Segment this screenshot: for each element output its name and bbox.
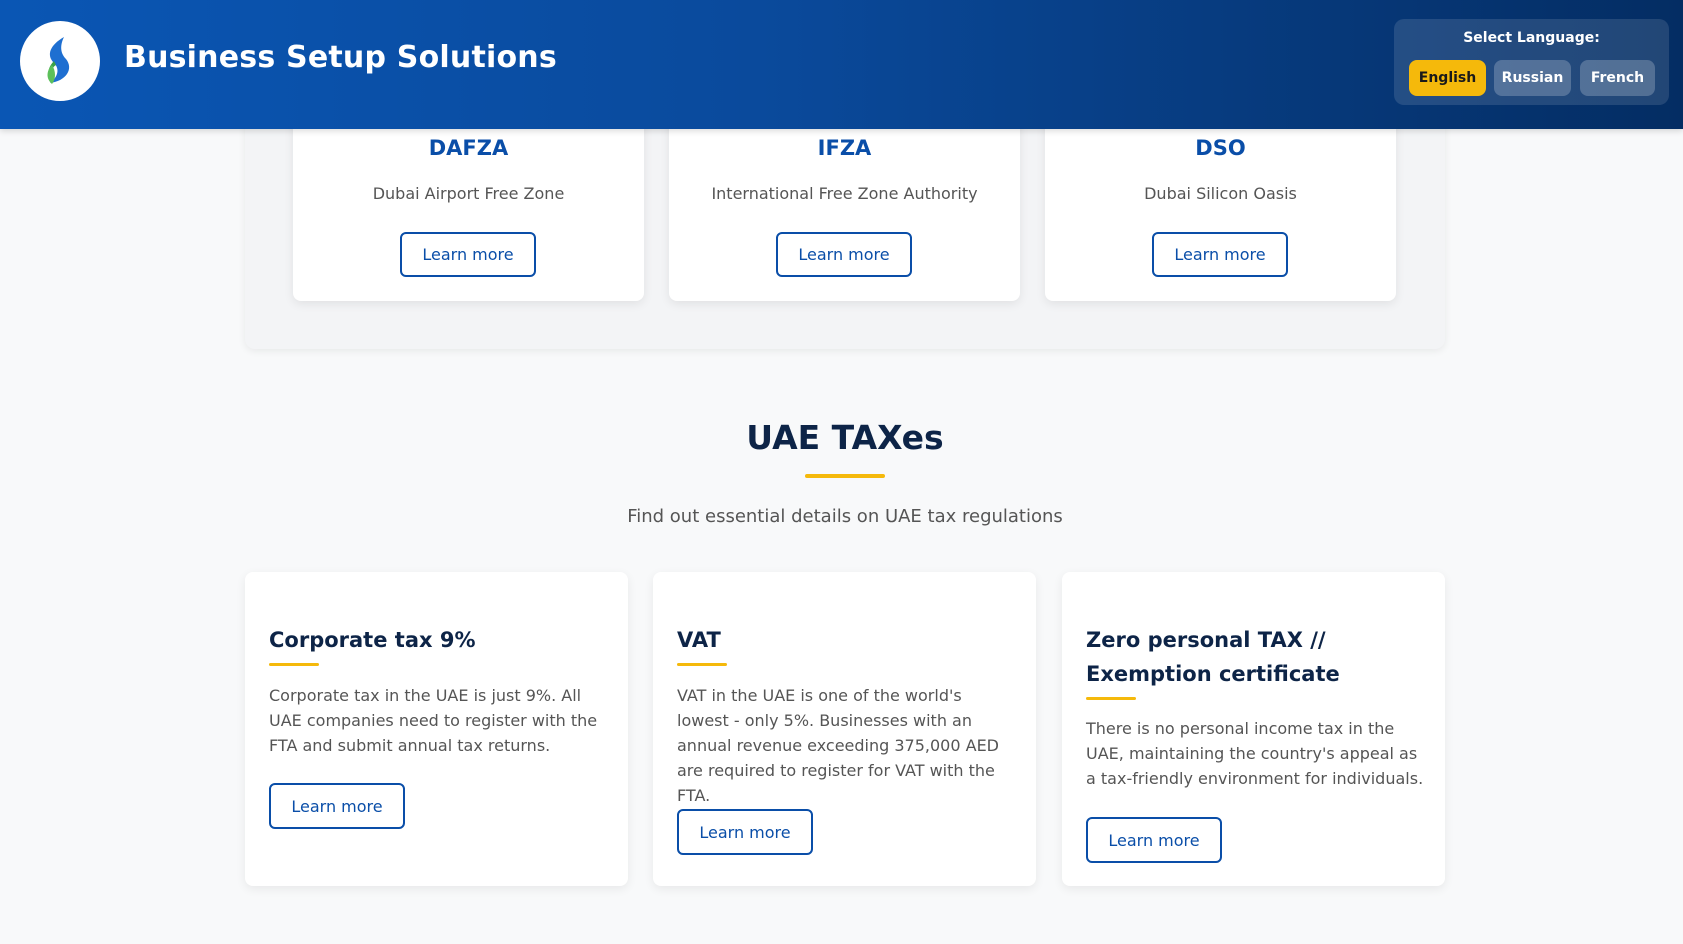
free-zone-description: Dubai Airport Free Zone	[372, 184, 565, 203]
tax-card-description: VAT in the UAE is one of the world's low…	[677, 686, 999, 805]
site-header: Business Setup Solutions Select Language…	[0, 0, 1683, 129]
tax-card-title: Corporate tax 9%	[269, 628, 476, 652]
flame-drop-logo-icon	[47, 37, 70, 84]
tax-card-title-underline	[677, 663, 727, 666]
tax-card-description: There is no personal income tax in the U…	[1086, 719, 1424, 788]
learn-more-button-personal-tax[interactable]: Learn more	[1086, 817, 1222, 863]
tax-card-title: Zero personal TAX // Exemption certifica…	[1086, 628, 1340, 686]
tax-card-vat: VAT VAT in the UAE is one of the world's…	[653, 572, 1036, 886]
learn-more-button-vat[interactable]: Learn more	[677, 809, 813, 855]
site-title: Business Setup Solutions	[124, 40, 557, 75]
language-button-russian[interactable]: Russian	[1494, 60, 1571, 96]
language-button-english[interactable]: English	[1409, 60, 1486, 96]
section-subtitle: Find out essential details on UAE tax re…	[627, 506, 1063, 527]
tax-card-title-underline	[1086, 697, 1136, 700]
tax-card-personal-tax: Zero personal TAX // Exemption certifica…	[1062, 572, 1445, 886]
learn-more-button-ifza[interactable]: Learn more	[776, 232, 912, 277]
free-zone-name: DSO	[1195, 136, 1246, 160]
tax-card-title-underline	[269, 663, 319, 666]
learn-more-button-corporate-tax[interactable]: Learn more	[269, 783, 405, 829]
tax-card-corporate: Corporate tax 9% Corporate tax in the UA…	[245, 572, 628, 886]
site-logo[interactable]	[20, 21, 100, 101]
section-title-underline	[805, 474, 885, 478]
tax-card-title: VAT	[677, 628, 721, 652]
learn-more-button-dafza[interactable]: Learn more	[400, 232, 536, 277]
free-zone-name: IFZA	[817, 136, 872, 160]
free-zone-description: International Free Zone Authority	[711, 184, 978, 203]
language-button-french[interactable]: French	[1580, 60, 1655, 96]
tax-card-description: Corporate tax in the UAE is just 9%. All…	[269, 686, 598, 755]
language-selector-label: Select Language:	[1463, 30, 1600, 46]
language-selector: Select Language: English Russian French	[1394, 19, 1669, 105]
free-zone-description: Dubai Silicon Oasis	[1144, 184, 1297, 203]
free-zone-name: DAFZA	[428, 136, 509, 160]
section-title: UAE TAXes	[746, 418, 944, 457]
learn-more-button-dso[interactable]: Learn more	[1152, 232, 1288, 277]
